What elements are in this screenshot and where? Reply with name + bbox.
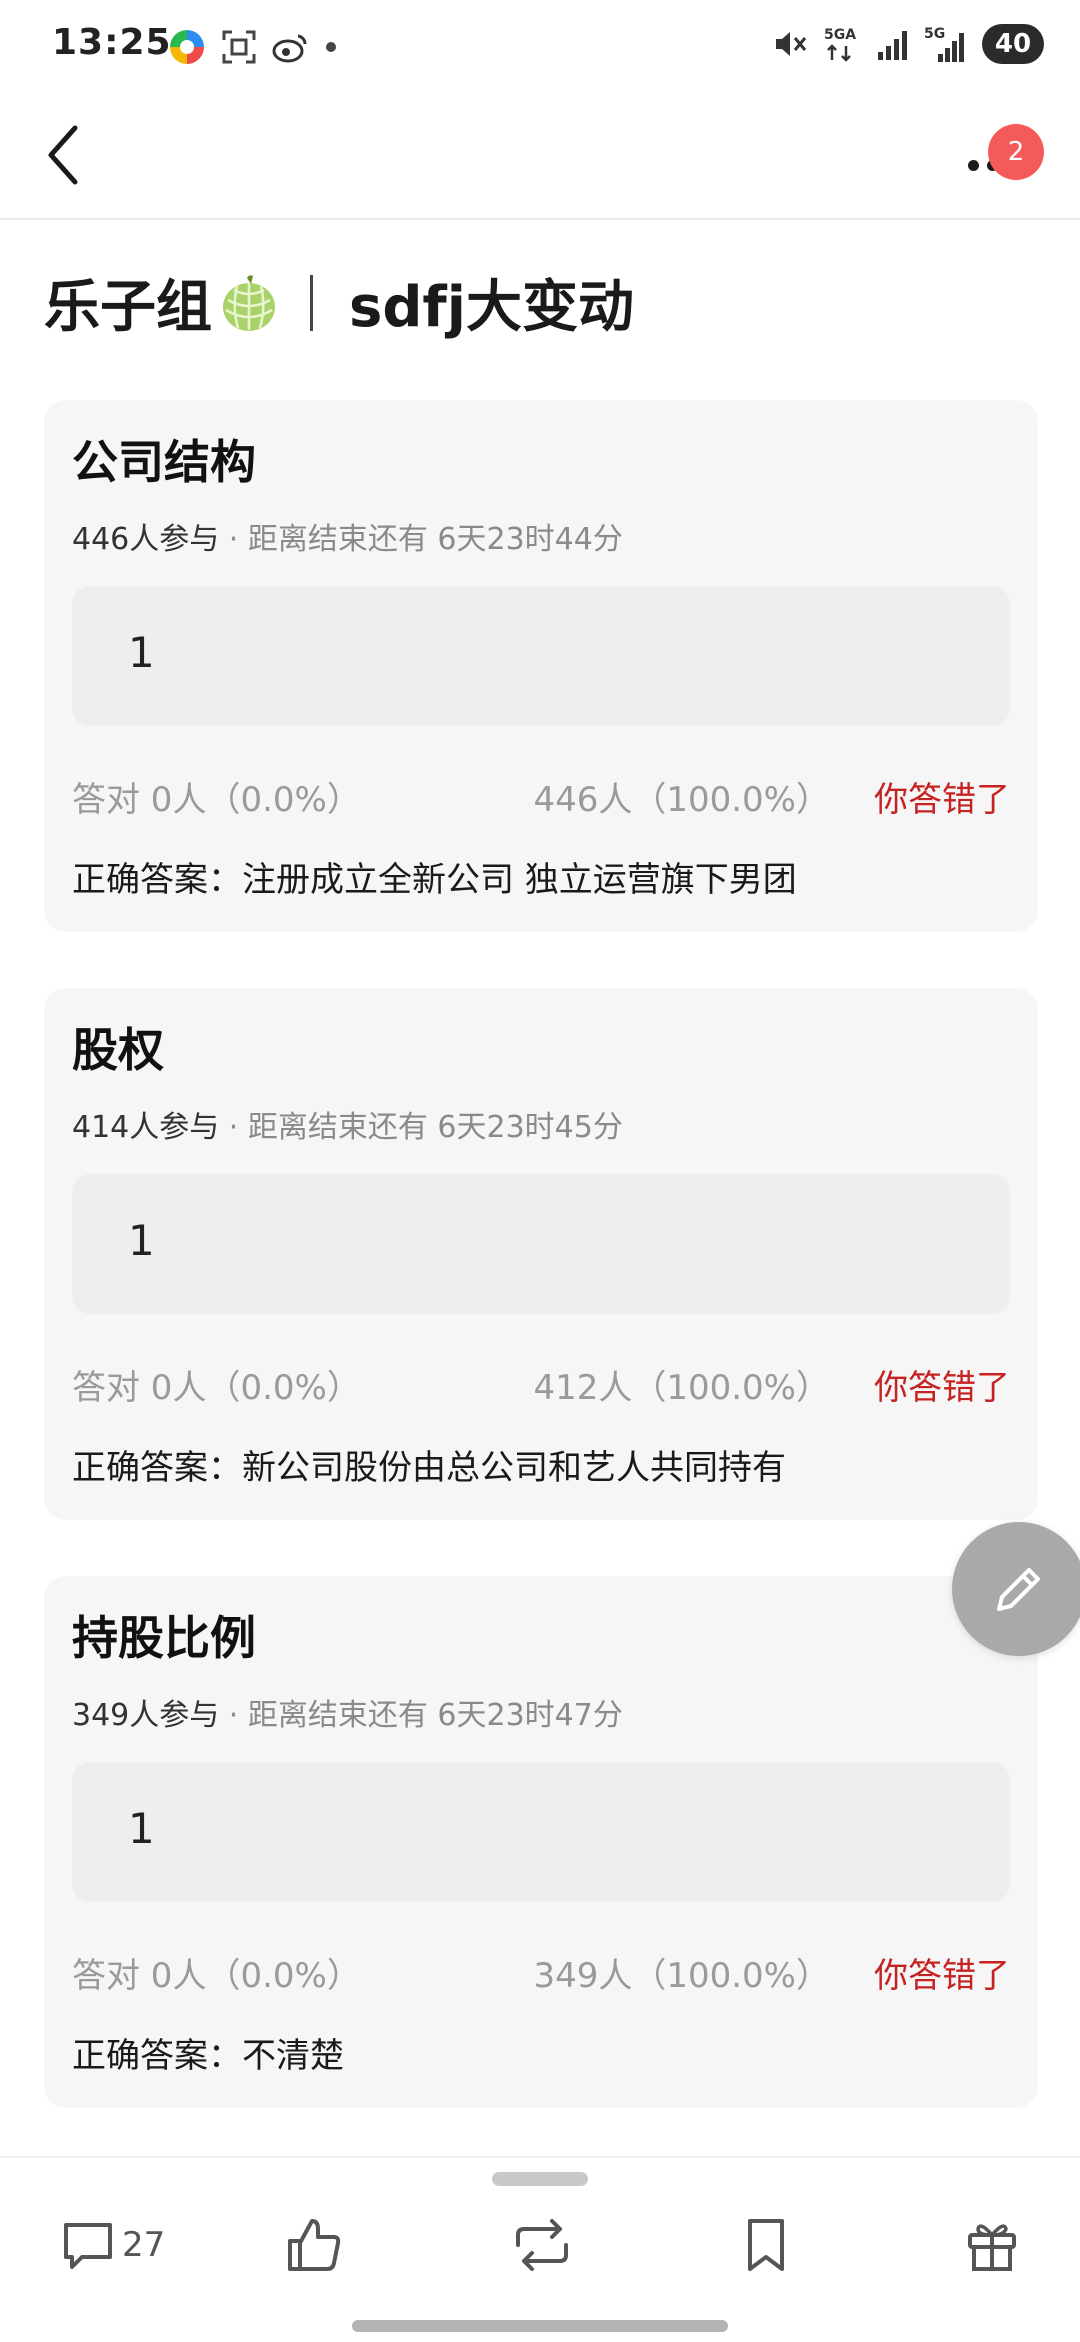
topic-name: sdfj大变动 [349, 275, 634, 340]
signal-icon-2: 5G [924, 26, 964, 62]
signal-icon-1 [878, 31, 907, 60]
bookmark-button[interactable] [740, 2200, 792, 2290]
edit-button[interactable] [952, 1522, 1080, 1656]
comment-button[interactable]: 27 [60, 2200, 165, 2290]
participant-count: 349人参与 [72, 1698, 220, 1733]
quiz-title: 公司结构 [72, 435, 256, 489]
correct-answer: 正确答案：不清楚 [72, 2036, 344, 2076]
quiz-option[interactable]: 1 [72, 1174, 1010, 1314]
quiz-card: 股权 414人参与 · 距离结束还有 6天23时45分 1 答对 0人（0.0%… [44, 988, 1038, 1520]
gift-icon [968, 2224, 1016, 2271]
result-stats: 答对 0人（0.0%） 446人（100.0%） 你答错了 [72, 772, 1010, 820]
option-label: 1 [128, 628, 155, 677]
page-title: 乐子组 sdfj大变动 [44, 262, 634, 343]
time-remaining: · 距离结束还有 6天23时47分 [219, 1698, 623, 1733]
notification-badge: 2 [988, 124, 1044, 180]
comment-count: 27 [122, 2225, 166, 2265]
network-5g-label: 5G [924, 26, 945, 42]
group-name: 乐子组 [44, 275, 212, 340]
status-notification-icons [168, 28, 338, 66]
result-stats: 答对 0人（0.0%） 412人（100.0%） 你答错了 [72, 1360, 1010, 1408]
quiz-option[interactable]: 1 [72, 586, 1010, 726]
quiz-meta: 446人参与 · 距离结束还有 6天23时44分 [72, 514, 623, 558]
correct-answer: 正确答案：新公司股份由总公司和艺人共同持有 [72, 1448, 786, 1488]
wrong-stat: 446人（100.0%） [533, 780, 830, 820]
wrong-answer-label: 你答错了 [874, 1956, 1010, 1996]
quiz-meta: 414人参与 · 距离结束还有 6天23时45分 [72, 1102, 623, 1146]
quiz-title: 持股比例 [72, 1611, 256, 1665]
dot-icon [326, 42, 336, 52]
like-button[interactable] [284, 2200, 344, 2290]
wrong-answer-label: 你答错了 [874, 780, 1010, 820]
time-remaining: · 距离结束还有 6天23时44分 [219, 522, 623, 557]
more-button[interactable]: 2 [960, 124, 1044, 190]
correct-stat: 答对 0人（0.0%） [72, 1956, 361, 1996]
repost-icon [516, 2219, 568, 2271]
time-remaining: · 距离结束还有 6天23时45分 [219, 1110, 623, 1145]
bottom-action-bar: 27 [0, 2156, 1080, 2342]
wrong-stat: 349人（100.0%） [533, 1956, 830, 1996]
correct-stat: 答对 0人（0.0%） [72, 780, 361, 820]
result-stats: 答对 0人（0.0%） 349人（100.0%） 你答错了 [72, 1948, 1010, 1996]
quiz-card: 持股比例 349人参与 · 距离结束还有 6天23时47分 1 答对 0人（0.… [44, 1576, 1038, 2108]
status-right-group: 5GA 5G 40 [772, 24, 1044, 64]
gift-button[interactable] [964, 2200, 1020, 2290]
status-time: 13:25 [52, 22, 172, 63]
participant-count: 414人参与 [72, 1110, 220, 1145]
quiz-card: 公司结构 446人参与 · 距离结束还有 6天23时44分 1 答对 0人（0.… [44, 400, 1038, 932]
participant-count: 446人参与 [72, 522, 220, 557]
repost-button[interactable] [510, 2200, 574, 2290]
colorful-app-icon [170, 30, 204, 64]
weibo-app-icon [272, 34, 307, 63]
quiz-meta: 349人参与 · 距离结束还有 6天23时47分 [72, 1690, 623, 1734]
scan-app-icon [222, 30, 256, 64]
bookmark-icon [748, 2219, 784, 2271]
home-indicator[interactable] [352, 2320, 728, 2332]
back-button[interactable] [28, 120, 98, 190]
chevron-left-icon [48, 125, 78, 185]
wrong-stat: 412人（100.0%） [533, 1368, 830, 1408]
comment-icon [64, 2223, 112, 2269]
pencil-icon [997, 1568, 1040, 1611]
option-label: 1 [128, 1804, 155, 1853]
network-5ga-icon: 5GA [824, 27, 856, 62]
title-divider [310, 274, 313, 331]
wrong-answer-label: 你答错了 [874, 1368, 1010, 1408]
correct-stat: 答对 0人（0.0%） [72, 1368, 361, 1408]
melon-emoji-icon [223, 274, 275, 331]
drag-handle[interactable] [492, 2172, 588, 2186]
quiz-option[interactable]: 1 [72, 1762, 1010, 1902]
quiz-title: 股权 [72, 1023, 164, 1077]
status-bar: 13:25 5GA 5G 40 [0, 0, 1080, 100]
top-nav: 2 [0, 100, 1080, 220]
mute-icon [776, 32, 807, 56]
thumbs-up-icon [288, 2219, 341, 2271]
option-label: 1 [128, 1216, 155, 1265]
network-5ga-label: 5GA [824, 27, 856, 43]
correct-answer: 正确答案：注册成立全新公司 独立运营旗下男团 [72, 860, 797, 900]
battery-indicator: 40 [982, 24, 1044, 64]
